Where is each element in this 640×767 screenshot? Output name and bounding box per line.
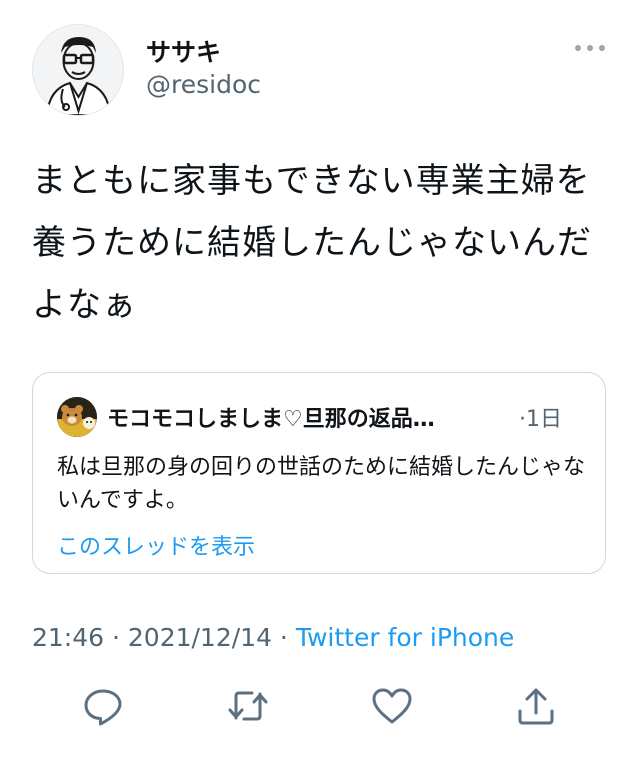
tweet-meta: 21:46 · 2021/12/14 · Twitter for iPhone (32, 623, 514, 652)
retweet-icon[interactable] (226, 684, 270, 728)
quoted-tweet-card[interactable]: モコモコしましま♡旦那の返品… ·1日 私は旦那の身の回りの世話のために結婚した… (32, 372, 606, 574)
tweet-text: まともに家事もできない専業主婦を養うために結婚したんじゃないんだよなぁ (32, 161, 592, 325)
meta-separator: · (271, 623, 296, 652)
tweet-date[interactable]: 2021/12/14 (128, 623, 272, 652)
show-thread-link[interactable]: このスレッドを表示 (57, 529, 255, 561)
action-bar (0, 684, 640, 730)
more-dots-icon[interactable] (574, 38, 606, 58)
quoted-display-name: モコモコしましま♡旦那の返品… (107, 407, 435, 432)
reply-icon[interactable] (81, 684, 125, 728)
tweet-source[interactable]: Twitter for iPhone (296, 623, 514, 652)
author-avatar[interactable] (32, 24, 124, 116)
quoted-author-avatar (57, 397, 97, 437)
author-display-name[interactable]: ササキ (146, 33, 221, 69)
share-icon[interactable] (514, 684, 558, 728)
meta-separator: · (104, 623, 128, 652)
author-handle[interactable]: @residoc (146, 70, 261, 99)
quoted-text: 私は旦那の身の回りの世話のために結婚したんじゃないんですよ。 (57, 455, 586, 513)
bear-avatar-icon (57, 397, 97, 437)
quoted-time: ·1日 (519, 407, 562, 432)
doctor-avatar-icon (33, 25, 123, 115)
tweet-time: 21:46 (32, 623, 105, 652)
like-icon[interactable] (370, 684, 414, 728)
